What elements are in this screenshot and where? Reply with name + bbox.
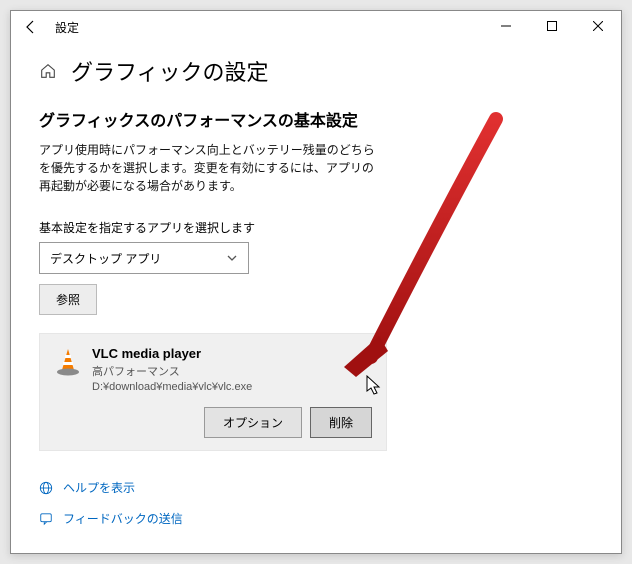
remove-button[interactable]: 削除 [310,407,372,438]
heading-row: グラフィックの設定 [39,55,593,87]
back-button[interactable] [19,15,43,39]
help-link[interactable]: ヘルプを表示 [39,479,183,496]
options-button[interactable]: オプション [204,407,302,438]
page-heading: グラフィックの設定 [71,55,269,87]
app-mode: 高パフォーマンス [92,363,252,379]
home-icon[interactable] [39,62,57,80]
feedback-label: フィードバックの送信 [63,510,183,527]
chevron-down-icon [226,252,238,264]
help-label: ヘルプを表示 [63,479,135,496]
window-controls [483,11,621,41]
app-info: VLC media player 高パフォーマンス D:¥download¥me… [92,346,252,393]
window-title: 設定 [55,19,79,36]
app-type-select[interactable]: デスクトップ アプリ [39,242,249,274]
content-area: グラフィックの設定 グラフィックスのパフォーマンスの基本設定 アプリ使用時にパフ… [11,43,621,451]
app-name: VLC media player [92,346,252,361]
section-subheading: グラフィックスのパフォーマンスの基本設定 [39,107,593,131]
app-select-label: 基本設定を指定するアプリを選択します [39,219,593,236]
maximize-button[interactable] [529,11,575,41]
arrow-left-icon [23,19,39,35]
feedback-icon [39,512,53,526]
footer-links: ヘルプを表示 フィードバックの送信 [39,479,183,527]
feedback-link[interactable]: フィードバックの送信 [39,510,183,527]
combo-value: デスクトップ アプリ [50,250,161,267]
close-button[interactable] [575,11,621,41]
web-icon [39,481,53,495]
close-icon [593,21,603,31]
app-path: D:¥download¥media¥vlc¥vlc.exe [92,381,252,393]
section-description: アプリ使用時にパフォーマンス向上とバッテリー残量のどちらを優先するかを選択します… [39,141,379,195]
app-row: VLC media player 高パフォーマンス D:¥download¥me… [54,346,372,393]
card-buttons: オプション 削除 [54,407,372,438]
vlc-icon [54,346,82,378]
maximize-icon [547,21,557,31]
minimize-button[interactable] [483,11,529,41]
settings-window: 設定 グラフィックの設定 グラフィックスのパフォーマンスの基本設定 アプリ使用時… [10,10,622,554]
app-card: VLC media player 高パフォーマンス D:¥download¥me… [39,333,387,451]
browse-button[interactable]: 参照 [39,284,97,315]
titlebar: 設定 [11,11,621,43]
minimize-icon [501,21,511,31]
